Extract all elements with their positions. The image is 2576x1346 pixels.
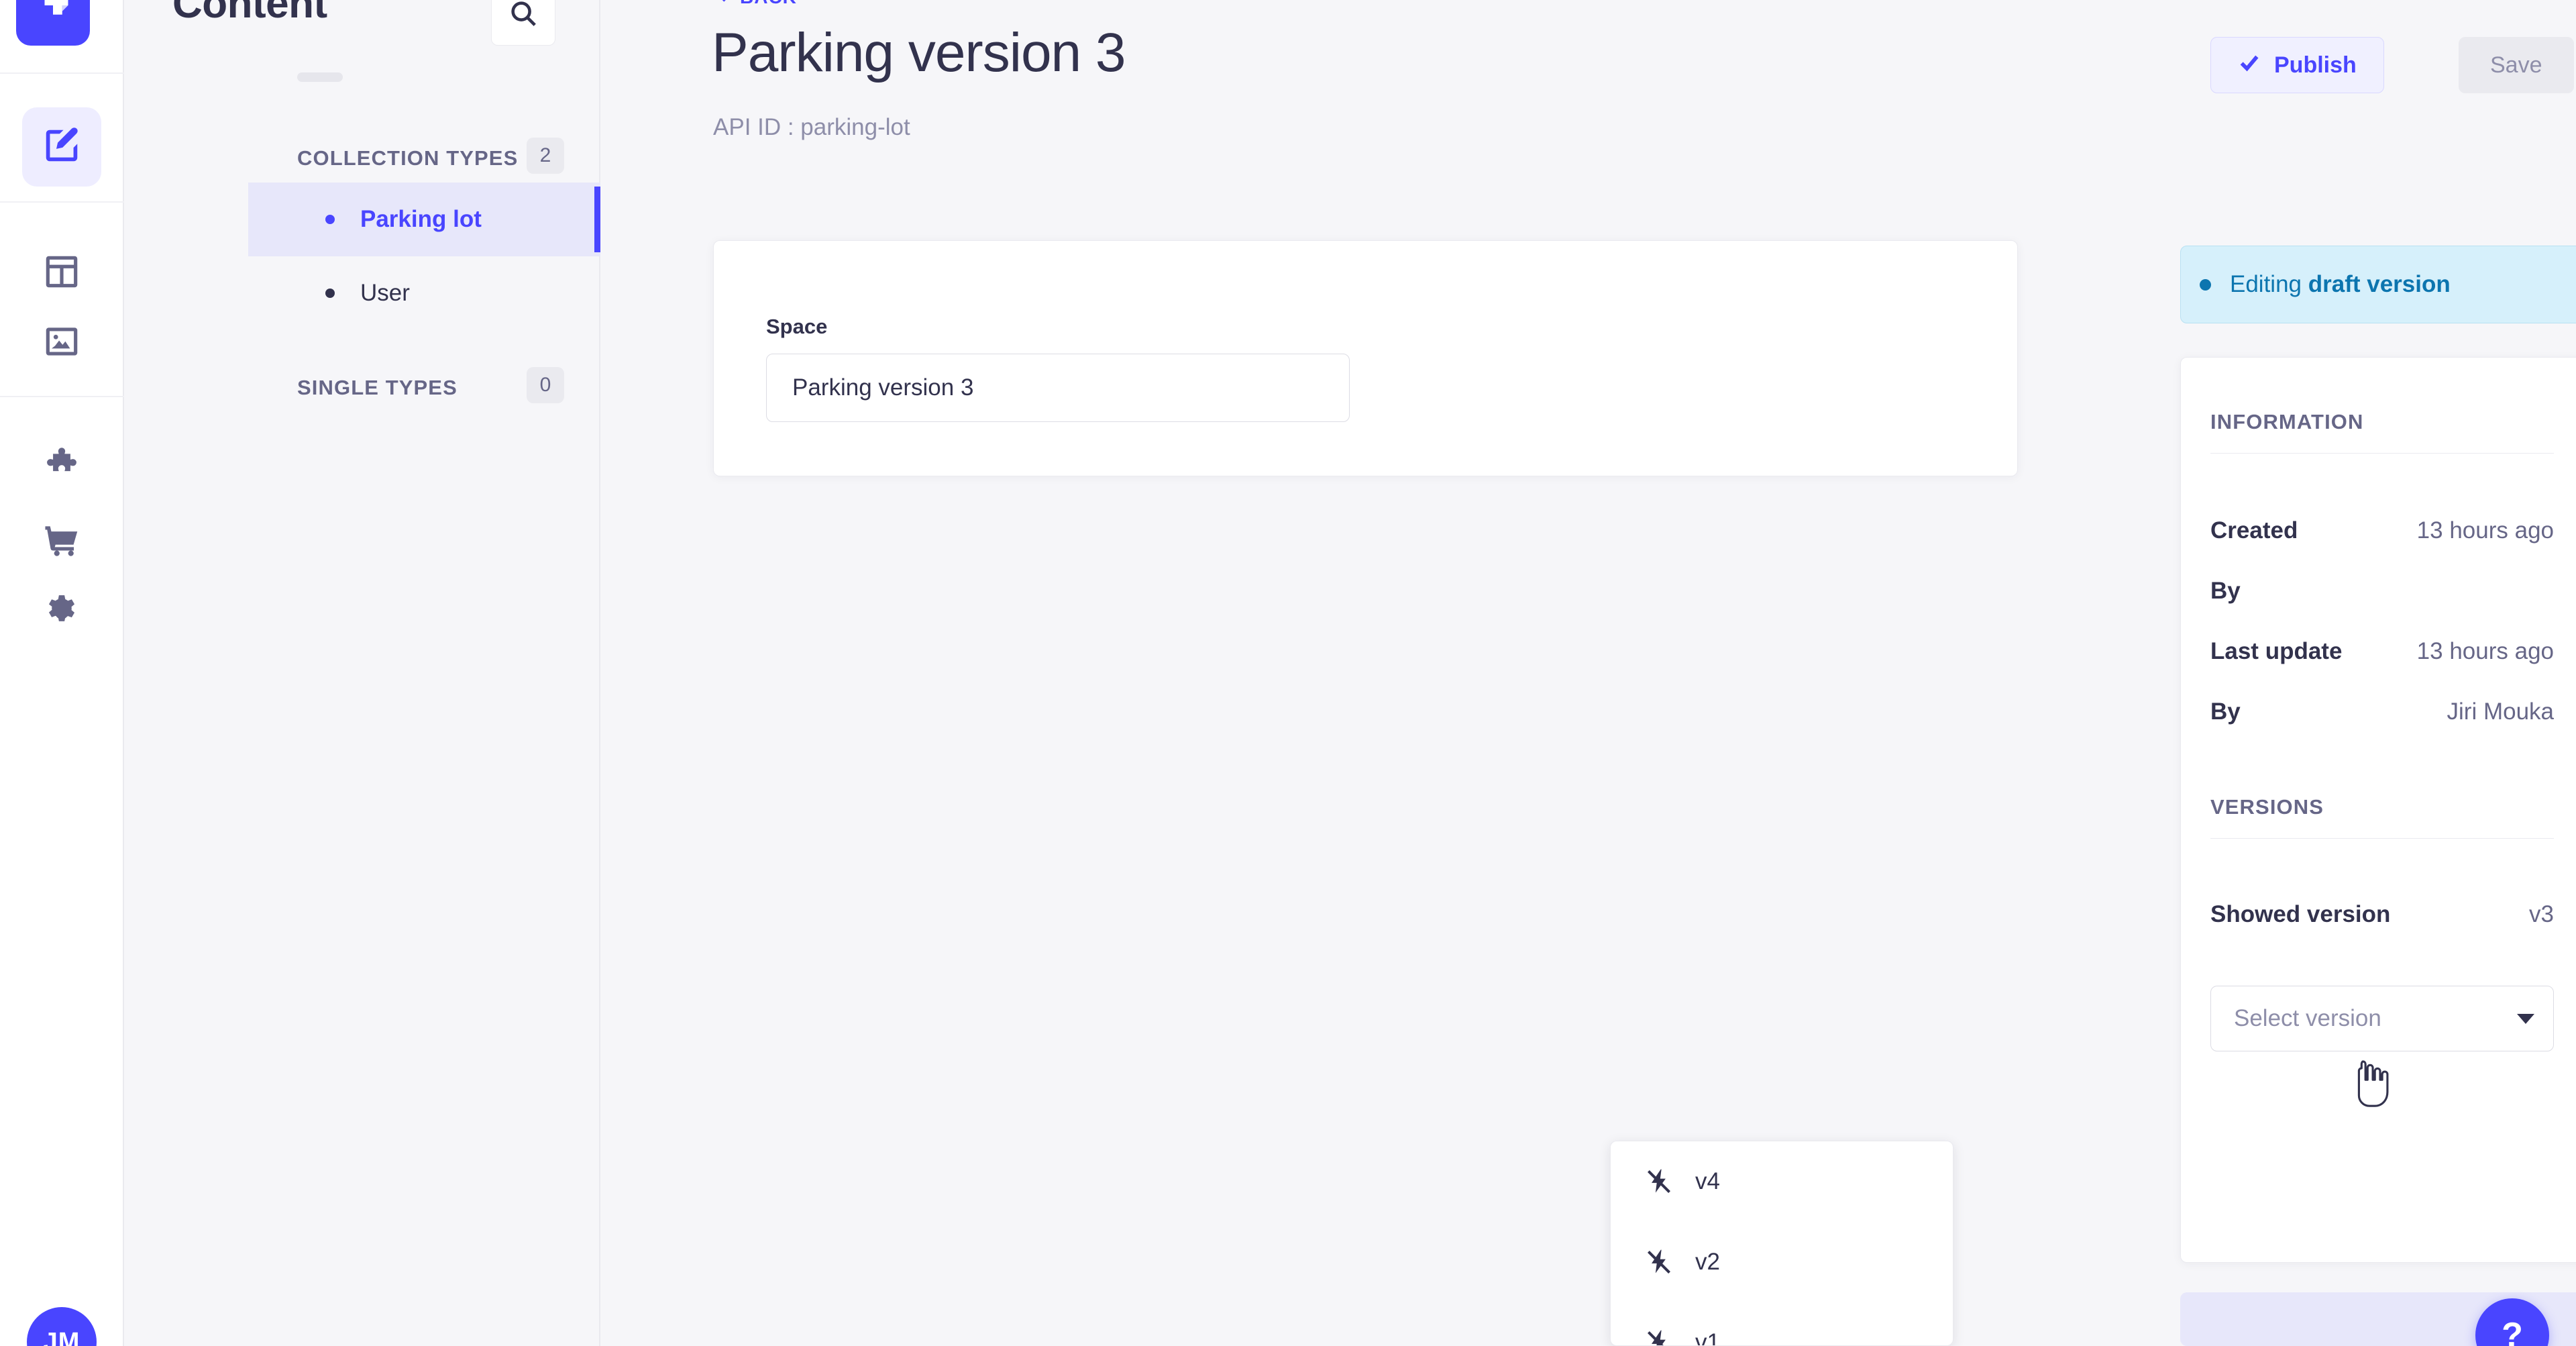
rail-item-content-manager[interactable] xyxy=(22,107,101,187)
info-row-key: Last update xyxy=(2210,638,2343,664)
save-button-label: Save xyxy=(2490,52,2542,78)
strapi-admin-window: JM Content COLLECTION TYPES 2 Parking lo… xyxy=(0,0,2576,1346)
showed-version-row: Showed version v3 xyxy=(2210,901,2554,928)
status-badge-draft: Editing draft version xyxy=(2180,246,2576,323)
rail-item-media-library[interactable] xyxy=(22,303,101,382)
rail-divider-top xyxy=(0,72,124,74)
info-row-key: By xyxy=(2210,698,2241,725)
rail-item-settings[interactable] xyxy=(22,574,101,654)
content-manager-pen-icon xyxy=(41,125,83,170)
page-subtitle-api-id: API ID : parking-lot xyxy=(713,114,910,140)
version-option-label: v2 xyxy=(1695,1249,1720,1275)
info-row-key: By xyxy=(2210,578,2241,604)
unpublish-crossed-lightning-icon xyxy=(1644,1247,1674,1277)
sidebar-section-single-types: SINGLE TYPES xyxy=(297,376,458,399)
strapi-logo-icon[interactable] xyxy=(16,0,90,46)
rail-item-marketplace[interactable] xyxy=(22,502,101,581)
rail-item-plugins[interactable] xyxy=(22,429,101,509)
bullet-icon xyxy=(325,215,335,224)
bullet-icon xyxy=(325,289,335,298)
version-option-v1[interactable]: v1 xyxy=(1611,1302,1953,1346)
version-select-placeholder: Select version xyxy=(2234,1005,2381,1031)
info-row-created: Created 13 hours ago xyxy=(2210,516,2554,546)
rail-item-content-type-builder[interactable] xyxy=(22,234,101,313)
version-option-v2[interactable]: v2 xyxy=(1611,1222,1953,1302)
sidebar-item-label: User xyxy=(360,280,410,306)
info-row-created-by: By xyxy=(2210,576,2554,606)
field-label-space: Space xyxy=(766,315,828,338)
search-icon[interactable] xyxy=(491,0,555,46)
main-content-area: BACK Parking version 3 API ID : parking-… xyxy=(600,0,2576,1346)
publish-button[interactable]: Publish xyxy=(2210,37,2384,93)
status-dot-icon xyxy=(2200,278,2211,291)
save-button[interactable]: Save xyxy=(2459,37,2574,93)
status-badge-prefix: Editing xyxy=(2230,271,2308,297)
rail-divider-mid xyxy=(0,201,124,203)
info-row-value: 13 hours ago xyxy=(2416,638,2554,664)
version-option-label: v4 xyxy=(1695,1168,1720,1194)
plugins-puzzle-icon xyxy=(41,447,83,492)
info-row-value: 13 hours ago xyxy=(2416,517,2554,543)
info-row-value: Jiri Mouka xyxy=(2447,698,2554,725)
sidebar-section-collection-types: COLLECTION TYPES xyxy=(297,146,519,170)
settings-gear-icon xyxy=(41,592,83,637)
check-icon xyxy=(2238,51,2261,80)
version-select-dropdown[interactable]: Select version xyxy=(2210,986,2554,1051)
collection-types-count-badge: 2 xyxy=(527,138,564,174)
single-types-count-badge: 0 xyxy=(527,367,564,403)
unpublish-crossed-lightning-icon xyxy=(1644,1167,1674,1196)
information-heading: INFORMATION xyxy=(2210,410,2364,433)
back-link-label: BACK xyxy=(740,0,797,8)
back-link[interactable]: BACK xyxy=(713,0,797,9)
active-indicator xyxy=(594,187,600,252)
sidebar-item-parking-lot[interactable]: Parking lot xyxy=(248,183,600,256)
space-input[interactable] xyxy=(766,354,1350,422)
sidebar-item-user[interactable]: User xyxy=(248,256,600,330)
versions-heading: VERSIONS xyxy=(2210,795,2324,819)
info-row-key: Created xyxy=(2210,517,2298,543)
avatar[interactable]: JM xyxy=(27,1307,97,1346)
left-icon-rail: JM xyxy=(0,0,124,1346)
showed-version-value: v3 xyxy=(2529,901,2554,927)
information-divider xyxy=(2210,453,2554,454)
version-option-label: v1 xyxy=(1695,1329,1720,1346)
marketplace-cart-icon xyxy=(41,519,83,564)
content-type-builder-icon xyxy=(41,251,83,296)
media-library-image-icon xyxy=(41,321,83,366)
status-badge-strong: draft version xyxy=(2308,271,2451,297)
version-option-v4[interactable]: v4 xyxy=(1611,1141,1953,1222)
unpublish-crossed-lightning-icon xyxy=(1644,1328,1674,1345)
rail-divider-bottom xyxy=(0,396,124,397)
version-dropdown-menu: v4 v2 v1 xyxy=(1610,1141,1953,1346)
showed-version-label: Showed version xyxy=(2210,901,2391,927)
sidebar-item-label: Parking lot xyxy=(360,206,482,232)
right-info-panel: INFORMATION Created 13 hours ago By Last… xyxy=(2180,357,2576,1263)
versions-divider xyxy=(2210,838,2554,839)
chevron-down-icon xyxy=(2517,1013,2534,1024)
sidebar-title: Content xyxy=(172,0,327,27)
content-sidebar: Content COLLECTION TYPES 2 Parking lot U… xyxy=(124,0,600,1346)
chevron-left-icon xyxy=(713,0,732,9)
publish-button-label: Publish xyxy=(2274,52,2357,78)
sidebar-loading-skeleton xyxy=(297,72,343,82)
info-row-last-update: Last update 13 hours ago xyxy=(2210,637,2554,666)
page-title: Parking version 3 xyxy=(712,22,1126,83)
edit-form-card: Space xyxy=(713,240,2018,476)
info-row-updated-by: By Jiri Mouka xyxy=(2210,697,2554,727)
